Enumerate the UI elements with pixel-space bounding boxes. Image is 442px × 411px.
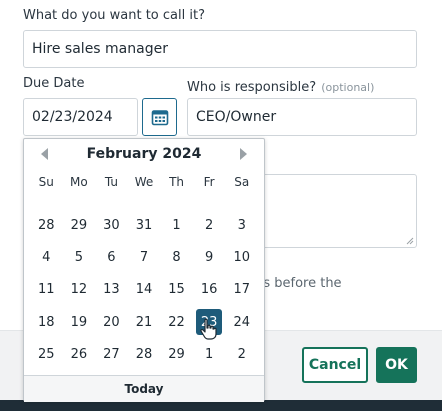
day-cell[interactable]: 20 — [95, 306, 128, 338]
day-cell[interactable]: 28 — [128, 339, 161, 371]
day-cell[interactable]: 11 — [30, 274, 63, 306]
responsible-label: Who is responsible? — [187, 80, 317, 95]
day-cell[interactable]: 29 — [63, 209, 96, 241]
day-cell[interactable]: 19 — [63, 306, 96, 338]
day-cell[interactable]: 1 — [193, 339, 226, 371]
day-cell[interactable]: 24 — [225, 306, 258, 338]
resize-handle-icon[interactable] — [406, 237, 414, 245]
day-cell[interactable]: 25 — [30, 339, 63, 371]
day-cell[interactable]: 12 — [63, 274, 96, 306]
name-input-value: Hire sales manager — [32, 41, 168, 57]
day-cell[interactable]: 10 — [225, 241, 258, 273]
day-cell[interactable]: 22 — [160, 306, 193, 338]
ok-button[interactable]: OK — [376, 347, 417, 383]
day-cell[interactable]: 31 — [128, 209, 161, 241]
due-date-input[interactable]: 02/23/2024 — [23, 98, 138, 136]
day-cell[interactable]: 29 — [160, 339, 193, 371]
weekday-label: Tu — [104, 175, 118, 189]
day-cell[interactable]: 15 — [160, 274, 193, 306]
cancel-button[interactable]: Cancel — [302, 347, 368, 383]
datepicker-popup: February 2024 Su Mo Tu We Th Fr Sa 28 29… — [23, 138, 265, 402]
weekday-label: Th — [169, 175, 185, 189]
due-date-label: Due Date — [23, 76, 85, 91]
day-cell[interactable]: 17 — [225, 274, 258, 306]
day-cell[interactable]: 1 — [160, 209, 193, 241]
due-date-value: 02/23/2024 — [32, 109, 113, 125]
weekday-label: Mo — [70, 175, 88, 189]
weekday-label: Sa — [234, 175, 250, 189]
day-cell[interactable]: 2 — [225, 339, 258, 371]
weekday-label: Su — [38, 175, 54, 189]
datepicker-month-title: February 2024 — [86, 146, 202, 162]
responsible-optional-label: (optional) — [321, 81, 375, 94]
responsible-input[interactable]: CEO/Owner — [187, 98, 417, 136]
day-cell[interactable]: 9 — [193, 241, 226, 273]
calendar-button[interactable] — [142, 98, 177, 136]
calendar-icon — [151, 110, 168, 126]
hand-pointer-icon — [200, 318, 217, 340]
day-cell[interactable]: 3 — [225, 209, 258, 241]
day-cell[interactable]: 5 — [63, 241, 96, 273]
day-cell[interactable]: 28 — [30, 209, 63, 241]
day-cell[interactable]: 26 — [63, 339, 96, 371]
day-cell[interactable]: 6 — [95, 241, 128, 273]
day-cell[interactable]: 27 — [95, 339, 128, 371]
next-month-icon[interactable] — [240, 148, 247, 160]
responsible-value: CEO/Owner — [196, 109, 277, 125]
name-input[interactable]: Hire sales manager — [23, 30, 417, 68]
weekday-label: We — [134, 175, 154, 189]
day-cell[interactable]: 18 — [30, 306, 63, 338]
day-cell[interactable]: 8 — [160, 241, 193, 273]
datepicker-days-grid: 28 29 30 31 1 2 3 4 5 6 7 8 9 10 11 12 1… — [30, 209, 258, 371]
day-cell[interactable]: 30 — [95, 209, 128, 241]
day-cell[interactable]: 7 — [128, 241, 161, 273]
reminder-text: rs before the — [258, 276, 342, 291]
day-cell[interactable]: 16 — [193, 274, 226, 306]
weekday-header: Su Mo Tu We Th Fr Sa — [30, 175, 258, 189]
day-cell[interactable]: 4 — [30, 241, 63, 273]
day-cell[interactable]: 14 — [128, 274, 161, 306]
day-cell[interactable]: 2 — [193, 209, 226, 241]
day-cell[interactable]: 13 — [95, 274, 128, 306]
today-button[interactable]: Today — [24, 375, 264, 402]
weekday-label: Fr — [203, 175, 215, 189]
name-label: What do you want to call it? — [23, 8, 205, 23]
responsible-label-group: Who is responsible? (optional) — [187, 76, 374, 95]
day-cell[interactable]: 21 — [128, 306, 161, 338]
